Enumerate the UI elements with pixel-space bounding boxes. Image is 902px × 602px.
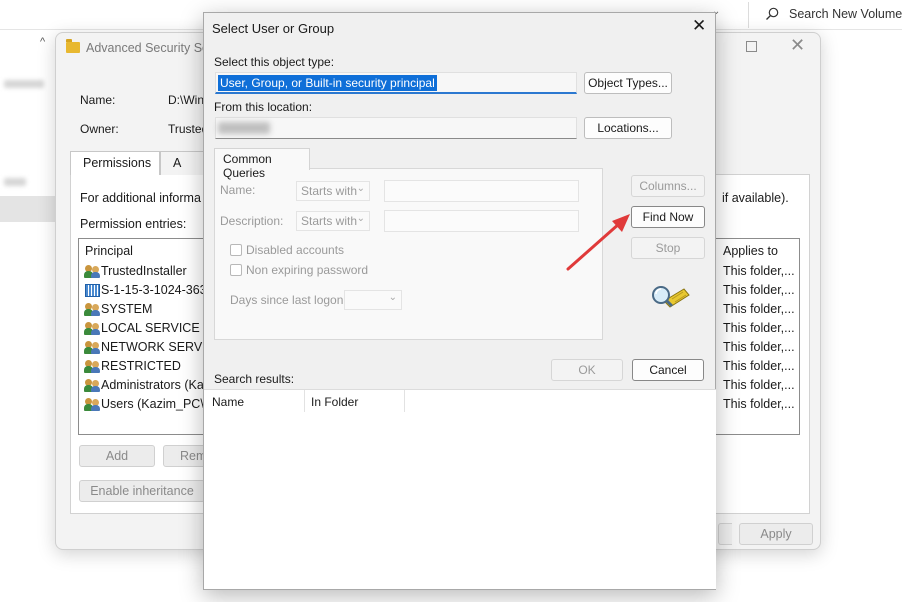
user-group-icon	[84, 379, 100, 392]
maximize-icon[interactable]	[746, 41, 757, 52]
user-group-icon	[84, 265, 100, 278]
info-text-tail: if available).	[722, 191, 789, 205]
principal-name: RESTRICTED	[101, 359, 181, 373]
chevron-down-icon: ⌄	[356, 183, 365, 194]
cancel-button[interactable]: Cancel	[632, 359, 704, 381]
description-mode-select[interactable]: Starts with ⌄	[296, 211, 370, 231]
redacted-location-value	[218, 122, 270, 134]
non-expiring-password-label: Non expiring password	[246, 263, 369, 277]
applies-to-value: This folder,...	[723, 321, 795, 335]
locations-button[interactable]: Locations...	[584, 117, 672, 139]
name-label: Name:	[80, 93, 116, 107]
ok-button[interactable]	[718, 523, 732, 545]
days-since-logon-label: Days since last logon:	[230, 293, 347, 307]
toolbar-divider	[748, 2, 749, 28]
search-flashlight-icon	[652, 286, 690, 308]
security-id-icon	[85, 284, 100, 297]
non-expiring-password-checkbox[interactable]	[230, 264, 242, 276]
chevron-down-icon: ⌄	[356, 213, 365, 224]
name-mode-value: Starts with	[301, 184, 358, 198]
description-query-input[interactable]	[384, 210, 579, 232]
search-placeholder: Search New Volume (	[789, 7, 902, 21]
applies-to-value: This folder,...	[723, 359, 795, 373]
info-text: For additional informa	[80, 191, 201, 205]
principal-name: NETWORK SERVICI	[101, 340, 219, 354]
search-results-list[interactable]: Name In Folder	[204, 389, 716, 589]
dialog-title: Select User or Group	[212, 21, 335, 36]
applies-to-value: This folder,...	[723, 283, 795, 297]
name-query-input[interactable]	[384, 180, 579, 202]
chevron-down-icon: ⌄	[388, 292, 397, 303]
chevron-up-icon[interactable]: ^	[40, 36, 45, 48]
applies-to-value: This folder,...	[723, 378, 795, 392]
close-icon[interactable]: ✕	[692, 16, 706, 36]
blurred-nav-item	[4, 178, 26, 186]
column-header-applies-to[interactable]: Applies to	[723, 244, 778, 258]
close-icon[interactable]: ✕	[790, 35, 805, 56]
explorer-search-box[interactable]: Search New Volume (	[755, 0, 902, 30]
location-label: From this location:	[214, 100, 313, 114]
select-user-or-group-dialog: Select User or Group ✕ Select this objec…	[203, 12, 716, 590]
name-mode-select[interactable]: Starts with ⌄	[296, 181, 370, 201]
columns-button[interactable]: Columns...	[631, 175, 705, 197]
object-types-button[interactable]: Object Types...	[584, 72, 672, 94]
owner-label: Owner:	[80, 122, 119, 136]
user-group-icon	[84, 322, 100, 335]
principal-name: Users (Kazim_PC\Us	[101, 397, 220, 411]
tab-permissions[interactable]: Permissions	[70, 151, 160, 175]
ok-button[interactable]: OK	[551, 359, 623, 381]
folder-icon	[66, 39, 80, 53]
object-type-label: Select this object type:	[214, 55, 335, 69]
name-value: D:\Win	[168, 93, 204, 107]
applies-to-value: This folder,...	[723, 264, 795, 278]
location-field[interactable]	[215, 117, 577, 139]
object-type-value: User, Group, or Built-in security princi…	[218, 75, 437, 91]
column-header-principal[interactable]: Principal	[85, 244, 133, 258]
applies-to-value: This folder,...	[723, 397, 795, 411]
add-button[interactable]: Add	[79, 445, 155, 467]
principal-name: Administrators (Ka	[101, 378, 204, 392]
description-query-label: Description:	[220, 214, 284, 228]
tab-common-queries[interactable]: Common Queries	[214, 148, 310, 180]
principal-name: LOCAL SERVICE	[101, 321, 200, 335]
annotation-arrow-icon	[566, 214, 630, 271]
find-now-button[interactable]: Find Now	[631, 206, 705, 228]
enable-inheritance-button[interactable]: Enable inheritance	[79, 480, 205, 502]
name-query-label: Name:	[220, 183, 256, 197]
applies-to-value: This folder,...	[723, 340, 795, 354]
principal-name: S-1-15-3-1024-363	[101, 283, 207, 297]
blurred-nav-item	[4, 80, 44, 88]
principal-name: SYSTEM	[101, 302, 153, 316]
apply-button[interactable]: Apply	[739, 523, 813, 545]
stop-button[interactable]: Stop	[631, 237, 705, 259]
object-type-field[interactable]: User, Group, or Built-in security princi…	[215, 72, 577, 94]
window-title: Advanced Security Set	[86, 41, 213, 55]
user-group-icon	[84, 303, 100, 316]
description-mode-value: Starts with	[301, 214, 358, 228]
disabled-accounts-checkbox[interactable]	[230, 244, 242, 256]
search-results-label: Search results:	[214, 372, 295, 386]
search-icon	[766, 7, 779, 20]
applies-to-value: This folder,...	[723, 302, 795, 316]
principal-name: TrustedInstaller	[101, 264, 187, 278]
column-header-in-folder[interactable]: In Folder	[305, 390, 405, 412]
disabled-accounts-label: Disabled accounts	[246, 243, 345, 257]
selected-nav-item	[0, 196, 55, 222]
user-group-icon	[84, 398, 100, 411]
user-group-icon	[84, 360, 100, 373]
days-since-logon-select[interactable]: ⌄	[344, 290, 402, 310]
explorer-nav-pane	[0, 30, 55, 602]
user-group-icon	[84, 341, 100, 354]
column-header-name[interactable]: Name	[204, 390, 305, 412]
permission-entries-label: Permission entries:	[80, 217, 187, 231]
